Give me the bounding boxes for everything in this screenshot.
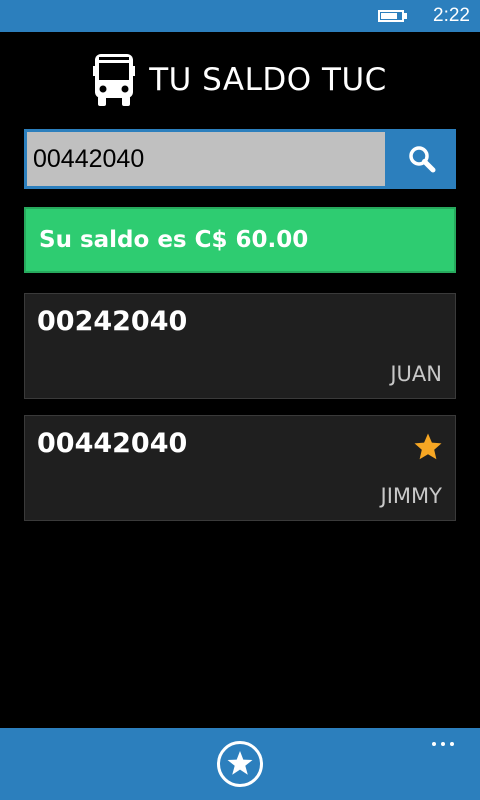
more-dots-icon[interactable] <box>428 738 458 750</box>
card-owner-name: JUAN <box>390 362 442 386</box>
app-title: TU SALDO TUC <box>149 62 387 98</box>
dot <box>450 742 454 746</box>
search-button[interactable] <box>388 129 456 189</box>
app-bar <box>0 728 480 800</box>
search-bar <box>24 129 456 189</box>
card-number: 00442040 <box>37 428 188 459</box>
battery-tip <box>404 13 407 19</box>
favorite-star-icon[interactable] <box>413 432 443 462</box>
card-number-input[interactable] <box>27 132 385 186</box>
battery-icon <box>378 10 404 22</box>
saved-card-item[interactable]: 00442040 JIMMY <box>24 415 456 521</box>
app-header: TU SALDO TUC <box>0 52 480 108</box>
dot <box>432 742 436 746</box>
card-number: 00242040 <box>37 306 188 337</box>
card-owner-name: JIMMY <box>380 484 442 508</box>
dot <box>441 742 445 746</box>
balance-text: Su saldo es C$ 60.00 <box>39 227 309 253</box>
balance-banner: Su saldo es C$ 60.00 <box>24 207 456 273</box>
status-bar: 2:22 <box>0 0 480 32</box>
search-icon <box>409 146 436 173</box>
star-circle-icon[interactable] <box>216 740 264 788</box>
saved-card-item[interactable]: 00242040 JUAN <box>24 293 456 399</box>
battery-level <box>381 13 397 19</box>
status-time: 2:22 <box>433 5 470 26</box>
bus-icon <box>93 54 136 106</box>
